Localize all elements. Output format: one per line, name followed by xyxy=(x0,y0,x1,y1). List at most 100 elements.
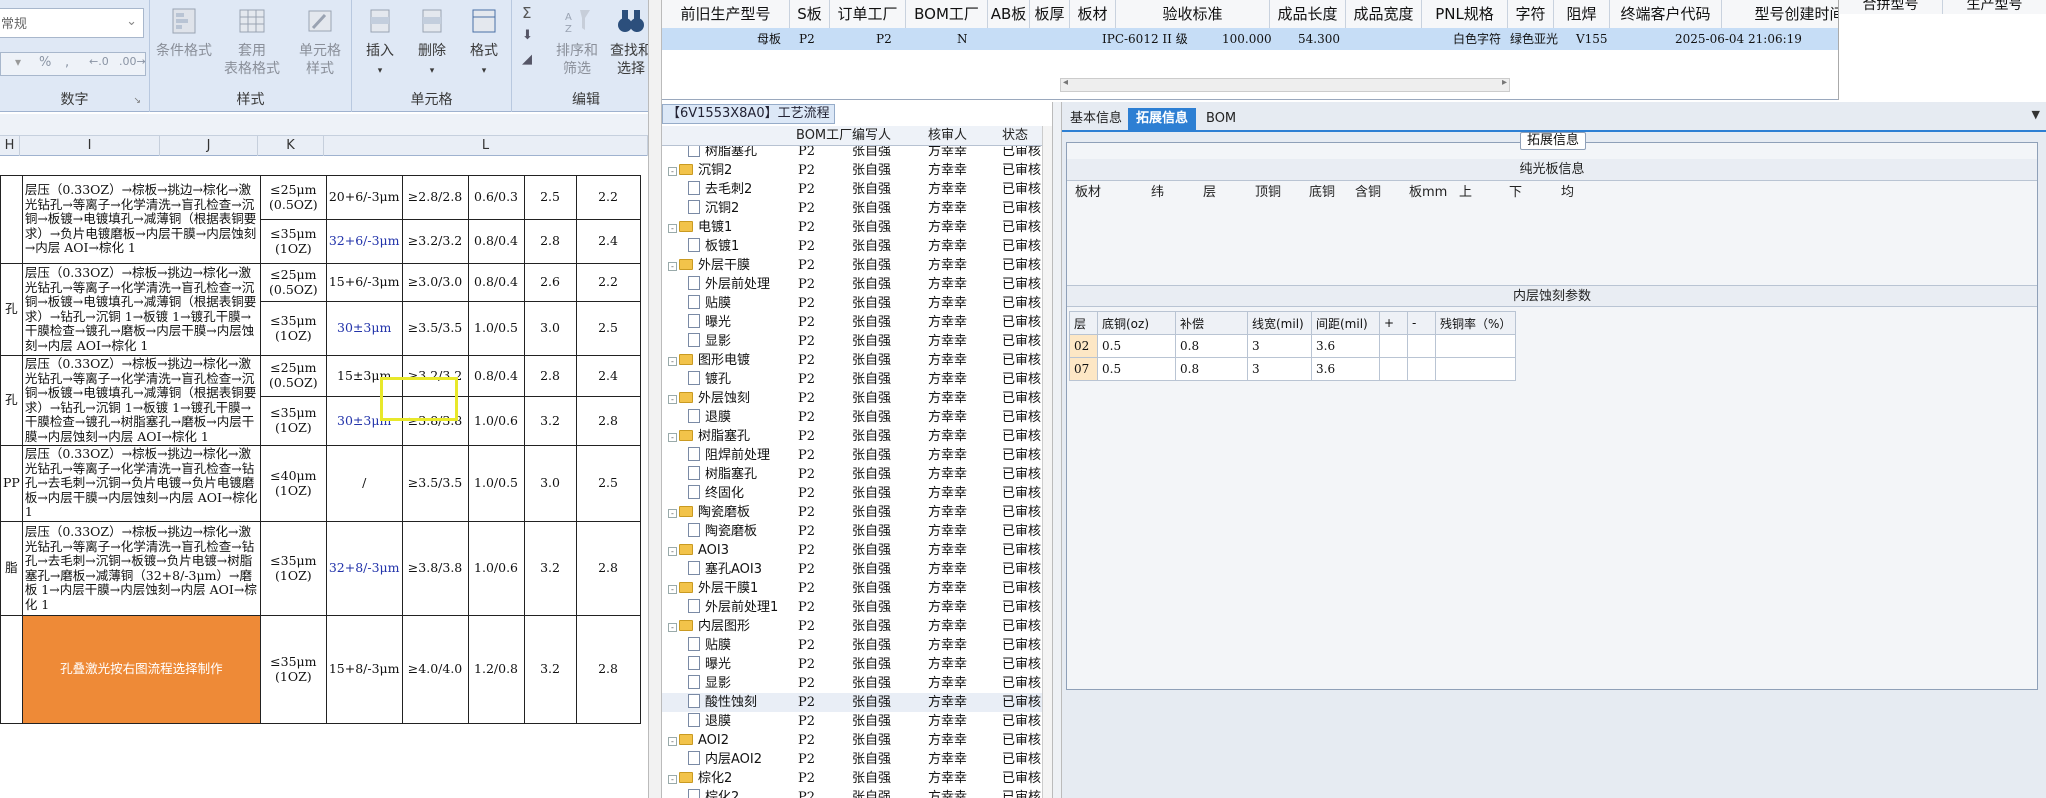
table-cell[interactable]: 07 xyxy=(1069,357,1098,381)
tree-node[interactable]: - 棕化2 P2 张自强 方幸幸 已审核 xyxy=(662,769,1042,788)
grid-header[interactable]: 板材 xyxy=(1070,0,1116,28)
dialog-launcher-icon[interactable]: ↘ xyxy=(133,96,141,106)
horizontal-scrollbar[interactable]: ◂ ▸ xyxy=(1060,77,1510,92)
collapse-icon[interactable]: - xyxy=(668,433,677,442)
plain-board-column[interactable]: 层 xyxy=(1203,183,1216,203)
window-splitter[interactable] xyxy=(648,0,662,798)
value-cell[interactable]: 2.8 xyxy=(575,395,641,447)
plain-board-column[interactable]: 均 xyxy=(1561,183,1574,203)
percent-button[interactable]: % xyxy=(39,55,51,70)
value-cell[interactable]: ≥2.8/2.8 xyxy=(401,175,469,220)
tree-node[interactable]: - AOI2 P2 张自强 方幸幸 已审核 xyxy=(662,731,1042,750)
plain-board-column[interactable]: 板mm xyxy=(1409,183,1447,203)
copper-cell[interactable]: ≤35μm (1OZ) xyxy=(259,301,327,356)
chevron-down-icon[interactable]: ▼ xyxy=(2032,108,2040,121)
tree-node[interactable]: 阻焊前处理 P2 张自强 方幸幸 已审核 xyxy=(662,446,1042,465)
value-cell[interactable]: 1.2/0.8 xyxy=(467,615,525,724)
decrease-decimal-icon[interactable]: .00→ xyxy=(119,55,146,68)
grid-header[interactable]: 成品宽度 xyxy=(1346,0,1422,28)
table-cell[interactable]: 02 xyxy=(1069,334,1098,358)
value-cell[interactable]: 1.0/0.6 xyxy=(467,521,525,616)
value-cell[interactable]: ≥4.0/4.0 xyxy=(401,615,469,724)
tree-node[interactable]: 终固化 P2 张自强 方幸幸 已审核 xyxy=(662,484,1042,503)
tree-node[interactable]: 外层前处理 P2 张自强 方幸幸 已审核 xyxy=(662,275,1042,294)
table-cell[interactable]: 3.6 xyxy=(1311,334,1380,358)
process-flow-cell[interactable]: 层压（0.33OZ）→棕板→挑边→棕化→激光钻孔→等离子→化学清洗→盲孔检查→钻… xyxy=(21,521,261,616)
value-cell[interactable]: 32+6/-3μm xyxy=(325,219,403,264)
table-cell[interactable]: 0.5 xyxy=(1097,357,1176,381)
value-cell[interactable]: 2.8 xyxy=(523,355,577,397)
table-row[interactable]: 孔层压（0.33OZ）→棕板→挑边→棕化→激光钻孔→等离子→化学清洗→盲孔检查→… xyxy=(0,355,641,446)
plain-board-column[interactable]: 含铜 xyxy=(1355,183,1381,203)
tree-node[interactable]: - 外层干膜1 P2 张自强 方幸幸 已审核 xyxy=(662,579,1042,598)
grid-header[interactable]: 生产型号 xyxy=(1943,0,2046,14)
tree-node[interactable]: 去毛刺2 P2 张自强 方幸幸 已审核 xyxy=(662,180,1042,199)
table-cell[interactable]: 0.8 xyxy=(1175,357,1248,381)
tree-node[interactable]: 棕化2 P2 张自强 方幸幸 已审核 xyxy=(662,788,1042,798)
process-flow-cell[interactable]: 层压（0.33OZ）→棕板→挑边→棕化→激光钻孔→等离子→化学清洗→盲孔检查→沉… xyxy=(21,263,261,356)
column-header[interactable]: L xyxy=(324,136,648,156)
value-cell[interactable]: 2.4 xyxy=(575,219,641,264)
table-cell[interactable] xyxy=(1407,334,1436,358)
value-cell[interactable]: 2.4 xyxy=(575,355,641,397)
table-header-cell[interactable]: + xyxy=(1379,311,1408,335)
tree-scrollbar[interactable] xyxy=(1042,126,1052,798)
grid-header[interactable]: S板 xyxy=(790,0,830,28)
copper-cell[interactable]: ≤35μm (1OZ) xyxy=(259,219,327,264)
grid-header[interactable]: 阻焊 xyxy=(1554,0,1610,28)
collapse-icon[interactable]: - xyxy=(668,509,677,518)
conditional-format-button[interactable]: 条件格式 xyxy=(152,6,216,60)
tree-col-writer[interactable]: 编写人 xyxy=(852,126,891,146)
tab-basic-info[interactable]: 基本信息 xyxy=(1062,108,1130,130)
clear-icon[interactable]: ◢ xyxy=(522,52,532,67)
value-cell[interactable]: 2.5 xyxy=(575,445,641,522)
tree-node[interactable]: - 内层图形 P2 张自强 方幸幸 已审核 xyxy=(662,617,1042,636)
tree-node[interactable]: 内层AOI2 P2 张自强 方幸幸 已审核 xyxy=(662,750,1042,769)
tree-col-factory[interactable]: BOM工厂 xyxy=(796,126,852,146)
value-cell[interactable]: 32+8/-3μm xyxy=(325,521,403,616)
collapse-icon[interactable]: - xyxy=(668,357,677,366)
sort-filter-button[interactable]: AZ 排序和 筛选 xyxy=(552,6,602,78)
process-type-cell[interactable]: 孔 xyxy=(0,263,23,356)
grid-header[interactable]: 验收标准 xyxy=(1116,0,1270,28)
tree-node[interactable]: 陶瓷磨板 P2 张自强 方幸幸 已审核 xyxy=(662,522,1042,541)
collapse-icon[interactable]: - xyxy=(668,547,677,556)
grid-header[interactable]: 成品长度 xyxy=(1270,0,1346,28)
copper-cell[interactable]: ≤35μm (1OZ) xyxy=(259,521,327,616)
plain-board-column[interactable]: 纬 xyxy=(1151,183,1164,203)
tree-node[interactable]: - AOI3 P2 张自强 方幸幸 已审核 xyxy=(662,541,1042,560)
table-header-cell[interactable]: 底铜(oz) xyxy=(1097,311,1176,335)
value-cell[interactable]: 0.8/0.4 xyxy=(467,355,525,397)
value-cell[interactable]: 3.0 xyxy=(523,301,577,356)
tree-node[interactable]: 显影 P2 张自强 方幸幸 已审核 xyxy=(662,674,1042,693)
value-cell[interactable]: ≥3.2/3.2 xyxy=(401,219,469,264)
table-row[interactable]: 脂层压（0.33OZ）→棕板→挑边→棕化→激光钻孔→等离子→化学清洗→盲孔检查→… xyxy=(0,521,641,616)
value-cell[interactable]: 0.8/0.4 xyxy=(467,219,525,264)
table-row[interactable]: 层压（0.33OZ）→棕板→挑边→棕化→激光钻孔→等离子→化学清洗→盲孔检查→沉… xyxy=(0,175,641,264)
delete-button[interactable]: 删除 ▾ xyxy=(408,6,456,80)
tree-col-status[interactable]: 状态 xyxy=(1002,126,1028,146)
table-header-cell[interactable]: 层 xyxy=(1069,311,1098,335)
tree-node[interactable]: 退膜 P2 张自强 方幸幸 已审核 xyxy=(662,712,1042,731)
value-cell[interactable]: 3.2 xyxy=(523,615,577,724)
autosum-button[interactable]: Σ xyxy=(522,4,531,22)
scroll-left-icon[interactable]: ◂ xyxy=(1063,77,1068,88)
column-header[interactable]: K xyxy=(258,136,324,156)
tree-node[interactable]: 板镀1 P2 张自强 方幸幸 已审核 xyxy=(662,237,1042,256)
value-cell[interactable]: 0.6/0.3 xyxy=(467,175,525,220)
process-type-cell[interactable] xyxy=(0,175,23,264)
panel-splitter[interactable] xyxy=(1052,102,1062,798)
process-type-cell[interactable] xyxy=(0,615,23,724)
tab-bom[interactable]: BOM xyxy=(1198,108,1244,130)
tree-node[interactable]: 外层前处理1 P2 张自强 方幸幸 已审核 xyxy=(662,598,1042,617)
note-cell[interactable]: 孔叠激光按右图流程选择制作 xyxy=(21,615,261,724)
spreadsheet-grid[interactable]: 层压（0.33OZ）→棕板→挑边→棕化→激光钻孔→等离子→化学清洗→盲孔检查→沉… xyxy=(0,157,648,798)
collapse-icon[interactable]: - xyxy=(668,623,677,632)
grid-header[interactable]: 前旧生产型号 xyxy=(662,0,790,28)
collapse-icon[interactable]: - xyxy=(668,395,677,404)
fill-icon[interactable]: ⬇ xyxy=(522,28,533,43)
value-cell[interactable]: 20+6/-3μm xyxy=(325,175,403,220)
number-format-select[interactable]: 常规 ⌄ xyxy=(0,8,144,38)
process-type-cell[interactable]: 孔 xyxy=(0,355,23,446)
process-flow-cell[interactable]: 层压（0.33OZ）→棕板→挑边→棕化→激光钻孔→等离子→化学清洗→盲孔检查→沉… xyxy=(21,175,261,264)
